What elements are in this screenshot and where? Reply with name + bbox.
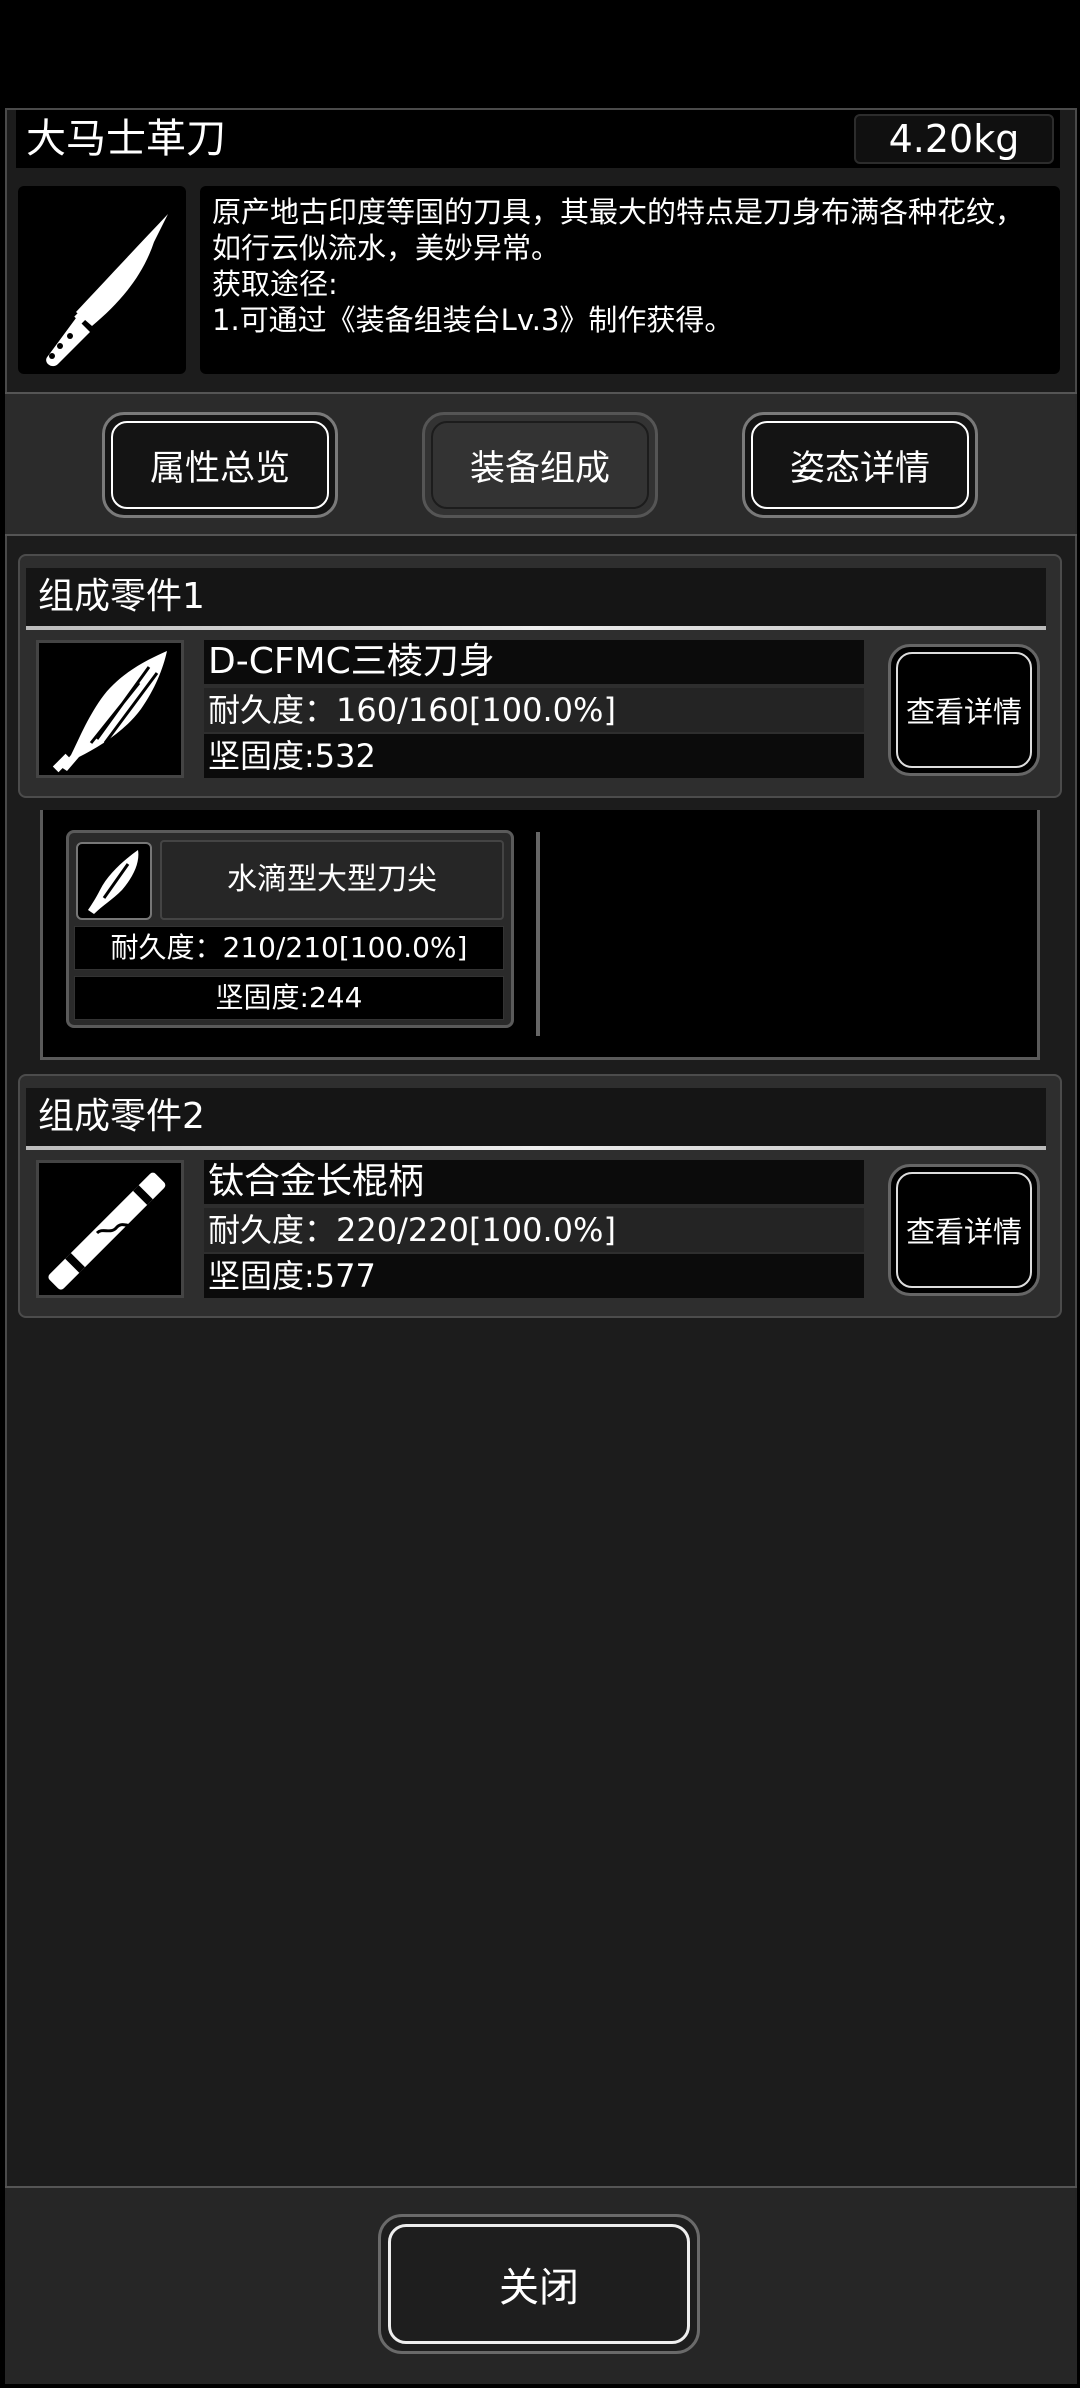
part-title: 组成零件2 bbox=[26, 1088, 1046, 1146]
part-title: 组成零件1 bbox=[26, 568, 1046, 626]
item-icon-box bbox=[18, 186, 186, 374]
view-details-button[interactable]: 查看详情 bbox=[888, 644, 1040, 776]
tab-label: 属性总览 bbox=[149, 448, 290, 489]
close-button[interactable]: 关闭 bbox=[378, 2214, 700, 2354]
tab-label: 姿态详情 bbox=[789, 448, 930, 489]
tab-attributes-overview[interactable]: 属性总览 bbox=[102, 412, 338, 518]
knife-icon bbox=[46, 214, 168, 367]
part-icon-box bbox=[36, 640, 184, 778]
view-details-button[interactable]: 查看详情 bbox=[888, 1164, 1040, 1296]
divider bbox=[26, 626, 1046, 630]
close-label: 关闭 bbox=[499, 2265, 579, 2311]
top-bar bbox=[0, 0, 1080, 108]
divider bbox=[26, 1146, 1046, 1150]
part-name: 钛合金长棍柄 bbox=[204, 1160, 864, 1204]
part-durability: 耐久度：220/220[100.0%] bbox=[204, 1208, 864, 1252]
part-hardness: 坚固度:577 bbox=[204, 1254, 864, 1298]
sub-parts-scrollbar[interactable] bbox=[536, 832, 540, 1036]
tab-label: 装备组成 bbox=[469, 448, 610, 489]
blade-tip-icon bbox=[88, 850, 139, 914]
part-icon-box bbox=[36, 1160, 184, 1298]
view-details-label: 查看详情 bbox=[905, 1215, 1022, 1249]
handle-icon bbox=[48, 1172, 166, 1290]
sub-part-hardness: 坚固度:244 bbox=[74, 976, 504, 1020]
tab-stance-details[interactable]: 姿态详情 bbox=[742, 412, 978, 518]
part-name: D-CFMC三棱刀身 bbox=[204, 640, 864, 684]
blade-icon bbox=[52, 651, 167, 773]
part-durability: 耐久度：160/160[100.0%] bbox=[204, 688, 864, 732]
item-weight: 4.20kg bbox=[854, 114, 1054, 164]
part-hardness: 坚固度:532 bbox=[204, 734, 864, 778]
sub-part-name: 水滴型大型刀尖 bbox=[160, 840, 504, 920]
item-description: 原产地古印度等国的刀具，其最大的特点是刀身布满各种花纹， 如行云似流水，美妙异常… bbox=[200, 186, 1060, 374]
sub-part-icon-box bbox=[76, 842, 152, 920]
tab-equipment-composition[interactable]: 装备组成 bbox=[422, 412, 658, 518]
view-details-label: 查看详情 bbox=[905, 695, 1022, 729]
sub-part-durability: 耐久度：210/210[100.0%] bbox=[74, 926, 504, 970]
item-name: 大马士革刀 bbox=[26, 116, 226, 162]
